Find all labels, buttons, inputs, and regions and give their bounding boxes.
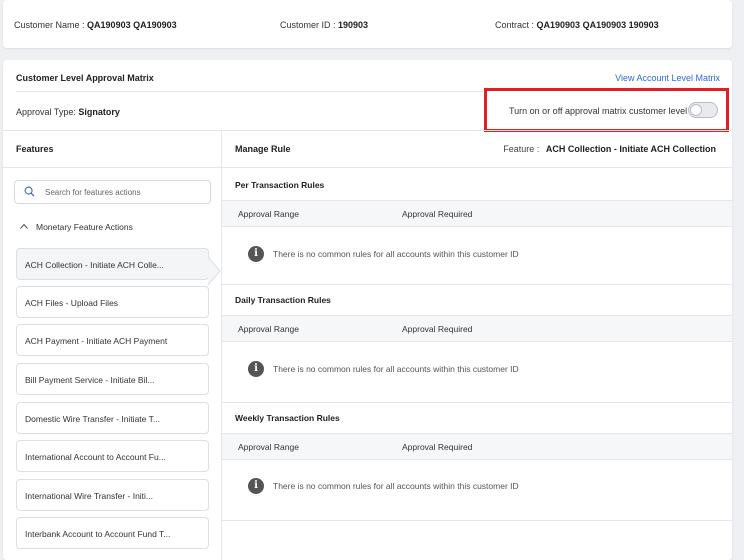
info-icon: i bbox=[248, 361, 264, 377]
customer-info-bar: Customer Name : QA190903 QA190903 Custom… bbox=[3, 0, 732, 48]
manage-rule-title: Manage Rule bbox=[235, 144, 291, 154]
divider bbox=[222, 402, 732, 403]
customer-id: Customer ID : 190903 bbox=[280, 20, 369, 30]
feature-item-ach-files[interactable]: ACH Files - Upload Files bbox=[16, 286, 209, 318]
manage-rule-panel: Manage Rule Feature : ACH Collection - I… bbox=[222, 130, 732, 560]
divider bbox=[222, 520, 732, 521]
per-transaction-rules-header: Approval Range Approval Required bbox=[222, 200, 732, 227]
matrix-title: Customer Level Approval Matrix bbox=[16, 73, 154, 83]
feature-item-international-wire[interactable]: International Wire Transfer - Initi... bbox=[16, 479, 209, 511]
divider bbox=[222, 167, 732, 168]
view-account-level-matrix-link[interactable]: View Account Level Matrix bbox=[615, 73, 720, 83]
feature-search[interactable] bbox=[14, 180, 211, 204]
customer-name: Customer Name : QA190903 QA190903 bbox=[14, 20, 177, 30]
customer-level-matrix-toggle[interactable] bbox=[688, 102, 718, 118]
chevron-up-icon bbox=[20, 223, 28, 229]
daily-transaction-rules-title: Daily Transaction Rules bbox=[235, 295, 331, 305]
feature-item-international-a2a[interactable]: International Account to Account Fu... bbox=[16, 440, 209, 472]
info-icon: i bbox=[248, 478, 264, 494]
info-icon: i bbox=[248, 246, 264, 262]
search-input[interactable] bbox=[45, 185, 205, 200]
selected-pointer-icon bbox=[207, 257, 221, 285]
divider bbox=[3, 167, 221, 168]
search-icon bbox=[24, 186, 35, 197]
daily-transaction-rules-header: Approval Range Approval Required bbox=[222, 315, 732, 342]
weekly-transaction-empty: i There is no common rules for all accou… bbox=[248, 478, 519, 494]
approval-matrix-card: Customer Level Approval Matrix View Acco… bbox=[3, 60, 732, 560]
weekly-transaction-rules-title: Weekly Transaction Rules bbox=[235, 413, 340, 423]
contract: Contract : QA190903 QA190903 190903 bbox=[495, 20, 659, 30]
selected-feature: Feature : ACH Collection - Initiate ACH … bbox=[503, 144, 716, 154]
approval-type: Approval Type: Signatory bbox=[16, 107, 120, 117]
toggle-knob bbox=[690, 104, 702, 116]
divider bbox=[222, 284, 732, 285]
group-label: Monetary Feature Actions bbox=[36, 222, 133, 232]
divider bbox=[16, 91, 483, 92]
features-title: Features bbox=[16, 144, 54, 154]
toggle-label: Turn on or off approval matrix customer … bbox=[509, 106, 688, 116]
monetary-feature-actions-group[interactable]: Monetary Feature Actions bbox=[3, 214, 221, 240]
per-transaction-empty: i There is no common rules for all accou… bbox=[248, 246, 519, 262]
feature-item-bill-payment[interactable]: Bill Payment Service - Initiate Bil... bbox=[16, 363, 209, 395]
daily-transaction-empty: i There is no common rules for all accou… bbox=[248, 361, 519, 377]
features-panel: Features Monetary Feature Actions ACH Co… bbox=[3, 130, 222, 560]
feature-item-domestic-wire[interactable]: Domestic Wire Transfer - Initiate T... bbox=[16, 402, 209, 434]
feature-item-ach-collection[interactable]: ACH Collection - Initiate ACH Colle... bbox=[16, 248, 209, 280]
feature-item-interbank-a2a[interactable]: Interbank Account to Account Fund T... bbox=[16, 517, 209, 549]
per-transaction-rules-title: Per Transaction Rules bbox=[235, 180, 325, 190]
weekly-transaction-rules-header: Approval Range Approval Required bbox=[222, 433, 732, 460]
feature-item-ach-payment[interactable]: ACH Payment - Initiate ACH Payment bbox=[16, 324, 209, 356]
